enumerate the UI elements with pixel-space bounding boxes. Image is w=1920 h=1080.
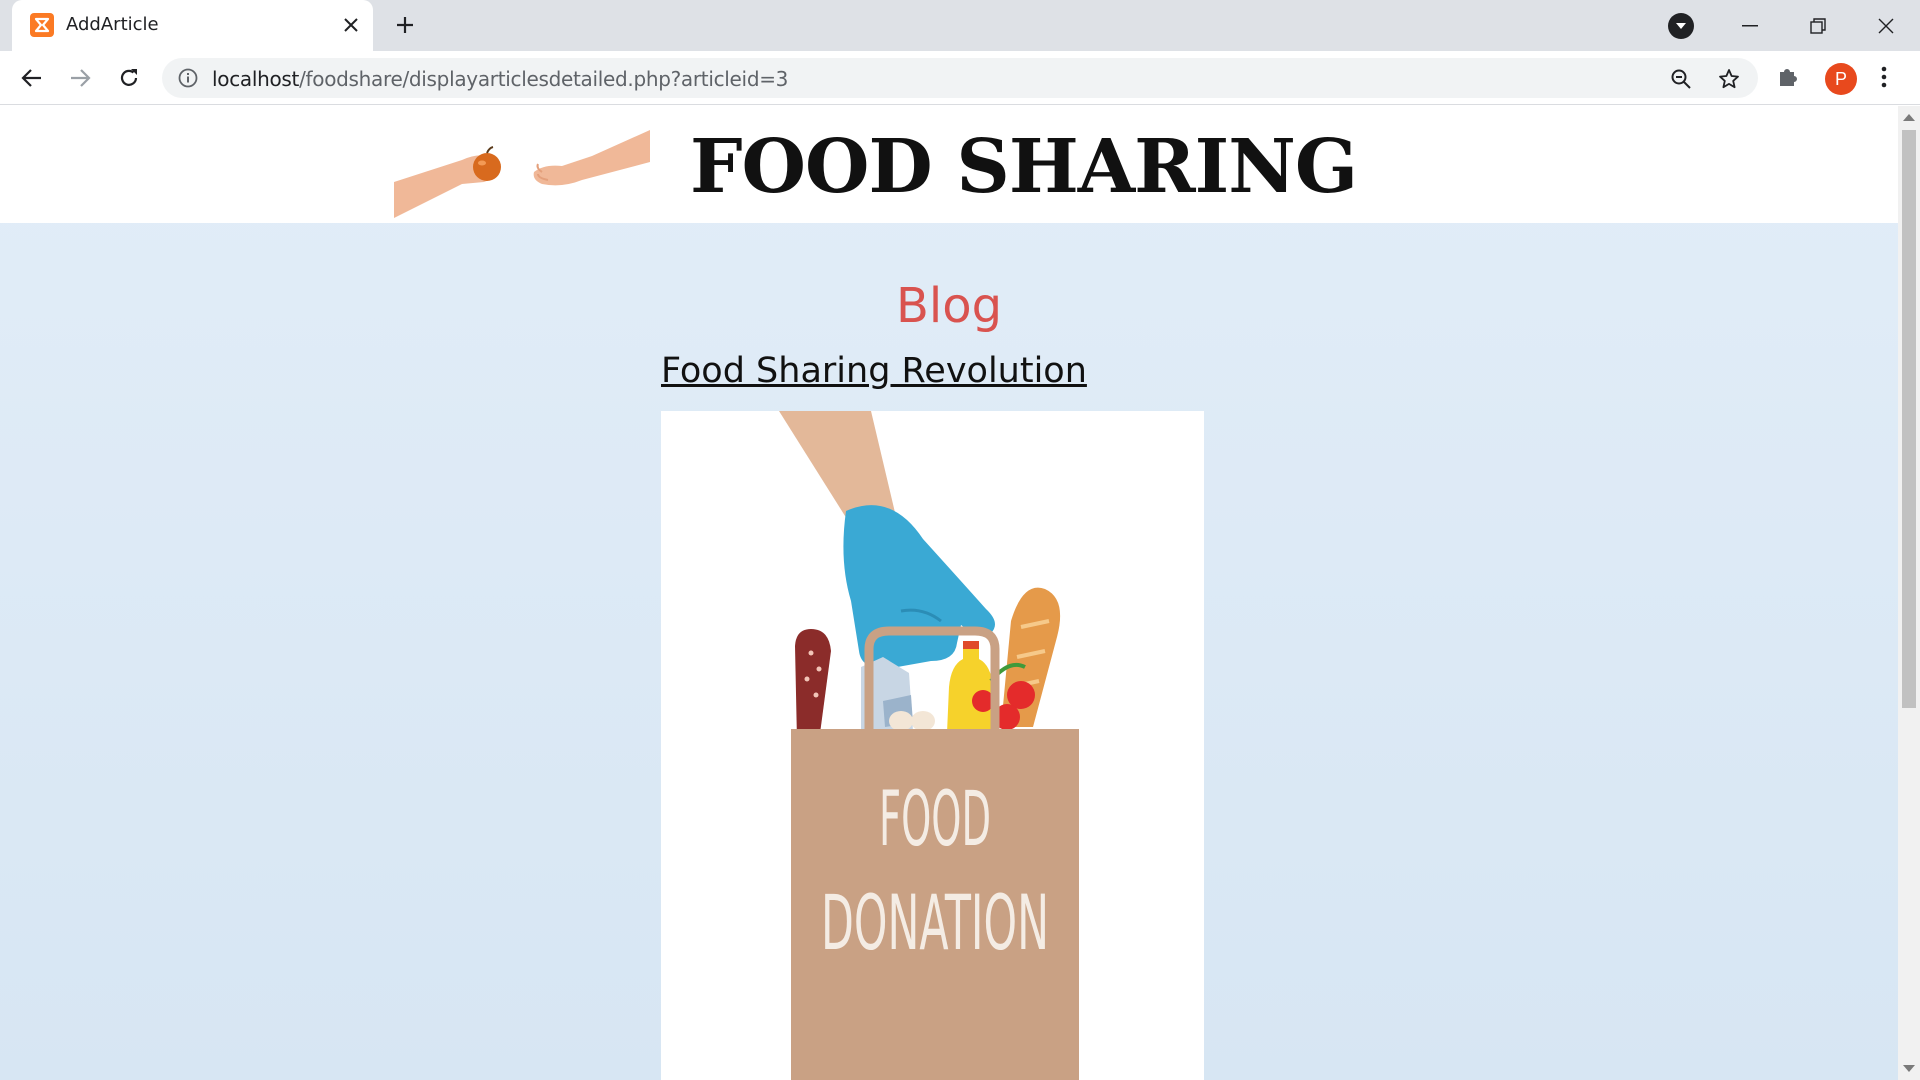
tab-close-icon[interactable] xyxy=(338,12,364,38)
food-donation-image: FOOD DONATION xyxy=(661,411,1204,1080)
article-title-link[interactable]: Food Sharing Revolution xyxy=(661,351,1087,391)
image-text-food: FOOD xyxy=(879,774,991,863)
new-tab-icon[interactable] xyxy=(390,10,420,40)
zoom-icon[interactable] xyxy=(1668,66,1694,92)
site-title: FOOD SHARING xyxy=(690,124,1358,210)
scroll-down-arrow-icon[interactable] xyxy=(1903,1065,1915,1072)
minimize-icon[interactable] xyxy=(1716,0,1784,51)
back-arrow-icon[interactable] xyxy=(15,61,49,95)
browser-tab[interactable]: AddArticle xyxy=(12,0,373,51)
site-header: FOOD SHARING xyxy=(0,106,1898,223)
page-viewport: FOOD SHARING Blog Food Sharing Revolutio… xyxy=(0,106,1898,1080)
restore-icon[interactable] xyxy=(1784,0,1852,51)
extensions-puzzle-icon[interactable] xyxy=(1776,65,1800,94)
forward-arrow-icon[interactable] xyxy=(63,61,97,95)
tab-strip: AddArticle xyxy=(0,0,1920,51)
address-bar[interactable]: localhost/foodshare/displayarticlesdetai… xyxy=(162,58,1758,98)
kebab-menu-icon[interactable] xyxy=(1880,65,1888,94)
image-text-donation: DONATION xyxy=(821,878,1049,967)
url-path: /foodshare/displayarticlesdetailed.php?a… xyxy=(299,67,789,91)
profile-avatar[interactable]: P xyxy=(1825,63,1857,95)
sharing-hands-logo-icon xyxy=(392,122,652,223)
vertical-scrollbar[interactable] xyxy=(1898,106,1920,1080)
scroll-up-arrow-icon[interactable] xyxy=(1903,114,1915,121)
blog-heading: Blog xyxy=(895,278,1003,334)
site-info-icon[interactable] xyxy=(178,68,198,93)
close-window-icon[interactable] xyxy=(1852,0,1920,51)
bookmark-star-icon[interactable] xyxy=(1716,66,1742,92)
browser-toolbar: localhost/foodshare/displayarticlesdetai… xyxy=(0,51,1920,105)
url-host: localhost xyxy=(212,67,300,91)
reload-icon[interactable] xyxy=(112,61,146,95)
tab-search-icon[interactable] xyxy=(1668,13,1694,39)
tab-title: AddArticle xyxy=(66,14,159,35)
url-text: localhost/foodshare/displayarticlesdetai… xyxy=(212,67,788,91)
scroll-thumb[interactable] xyxy=(1902,130,1916,708)
xampp-favicon-icon xyxy=(30,13,54,37)
